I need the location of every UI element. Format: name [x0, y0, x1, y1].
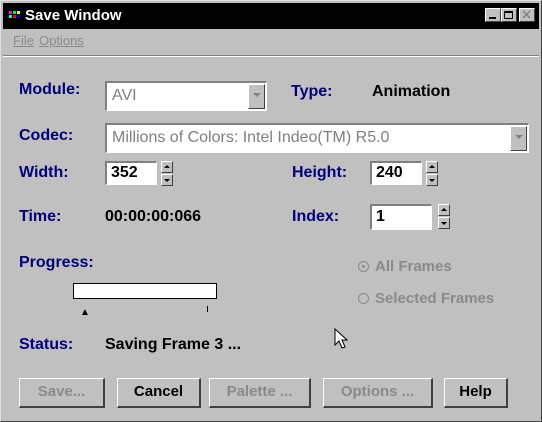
- minimize-button[interactable]: [485, 8, 501, 22]
- codec-dropdown-button[interactable]: [510, 126, 527, 151]
- progress-bar: [73, 283, 217, 299]
- radio-unselected-icon: [358, 293, 369, 304]
- height-decrement-button[interactable]: [426, 174, 438, 186]
- index-increment-button[interactable]: [438, 204, 450, 216]
- module-dropdown[interactable]: AVI: [105, 81, 267, 111]
- status-value: Saving Frame 3 ...: [105, 336, 242, 353]
- window-title: Save Window: [25, 7, 122, 24]
- chevron-down-icon: [441, 222, 447, 225]
- help-button[interactable]: Help: [444, 378, 508, 408]
- status-label: Status:: [19, 336, 74, 353]
- width-label: Width:: [19, 164, 69, 181]
- index-label: Index:: [292, 208, 340, 225]
- height-increment-button[interactable]: [426, 161, 438, 173]
- menu-separator: [3, 55, 539, 57]
- codec-label: Codec:: [19, 127, 74, 144]
- chevron-down-icon: [164, 179, 170, 182]
- mouse-pointer-icon: [334, 328, 349, 349]
- progress-start-marker: ▲: [80, 307, 90, 318]
- radio-selected-icon: [358, 261, 369, 272]
- width-increment-button[interactable]: [161, 161, 173, 173]
- width-spinner[interactable]: [161, 161, 173, 187]
- chevron-down-icon: [515, 135, 523, 139]
- cancel-button[interactable]: Cancel: [117, 378, 201, 408]
- index-decrement-button[interactable]: [438, 217, 450, 229]
- close-icon: [522, 10, 531, 19]
- height-label: Height:: [292, 164, 348, 181]
- menu-bar: File Options: [3, 31, 539, 53]
- chevron-up-icon: [441, 208, 447, 211]
- chevron-up-icon: [429, 165, 435, 168]
- width-value: 352: [111, 164, 138, 181]
- width-input[interactable]: 352: [105, 161, 157, 185]
- module-dropdown-button[interactable]: [248, 84, 265, 109]
- menu-options[interactable]: Options: [39, 33, 84, 48]
- progress-end-marker: [207, 306, 208, 312]
- palette-button[interactable]: Palette ...: [209, 378, 311, 408]
- save-window: Save Window File Options Module: AVI Typ…: [0, 0, 542, 422]
- chevron-down-icon: [253, 93, 261, 97]
- width-decrement-button[interactable]: [161, 174, 173, 186]
- codec-dropdown[interactable]: Millions of Colors: Intel Indeo(TM) R5.0: [105, 123, 529, 153]
- index-input[interactable]: 1: [370, 204, 432, 230]
- time-label: Time:: [19, 208, 62, 225]
- height-spinner[interactable]: [426, 161, 438, 187]
- height-input[interactable]: 240: [370, 161, 422, 185]
- time-value: 00:00:00:066: [105, 208, 202, 225]
- minimize-icon: [489, 17, 496, 19]
- radio-all-frames[interactable]: All Frames: [358, 258, 452, 275]
- options-button[interactable]: Options ...: [323, 378, 433, 408]
- module-value: AVI: [112, 87, 137, 104]
- type-label: Type:: [291, 83, 333, 100]
- chevron-down-icon: [429, 179, 435, 182]
- chevron-up-icon: [164, 165, 170, 168]
- close-button[interactable]: [519, 8, 535, 22]
- progress-label: Progress:: [19, 254, 94, 271]
- codec-value: Millions of Colors: Intel Indeo(TM) R5.0: [112, 129, 390, 146]
- height-value: 240: [376, 164, 403, 181]
- module-label: Module:: [19, 81, 81, 98]
- radio-selected-frames[interactable]: Selected Frames: [358, 290, 494, 307]
- save-button[interactable]: Save...: [19, 378, 105, 408]
- maximize-button[interactable]: [501, 8, 517, 22]
- index-value: 1: [376, 208, 385, 225]
- app-icon: [9, 11, 21, 21]
- title-bar[interactable]: Save Window: [3, 3, 539, 29]
- menu-file[interactable]: File: [13, 33, 34, 48]
- maximize-icon: [504, 11, 513, 19]
- index-spinner[interactable]: [438, 204, 450, 230]
- type-value: Animation: [372, 83, 451, 100]
